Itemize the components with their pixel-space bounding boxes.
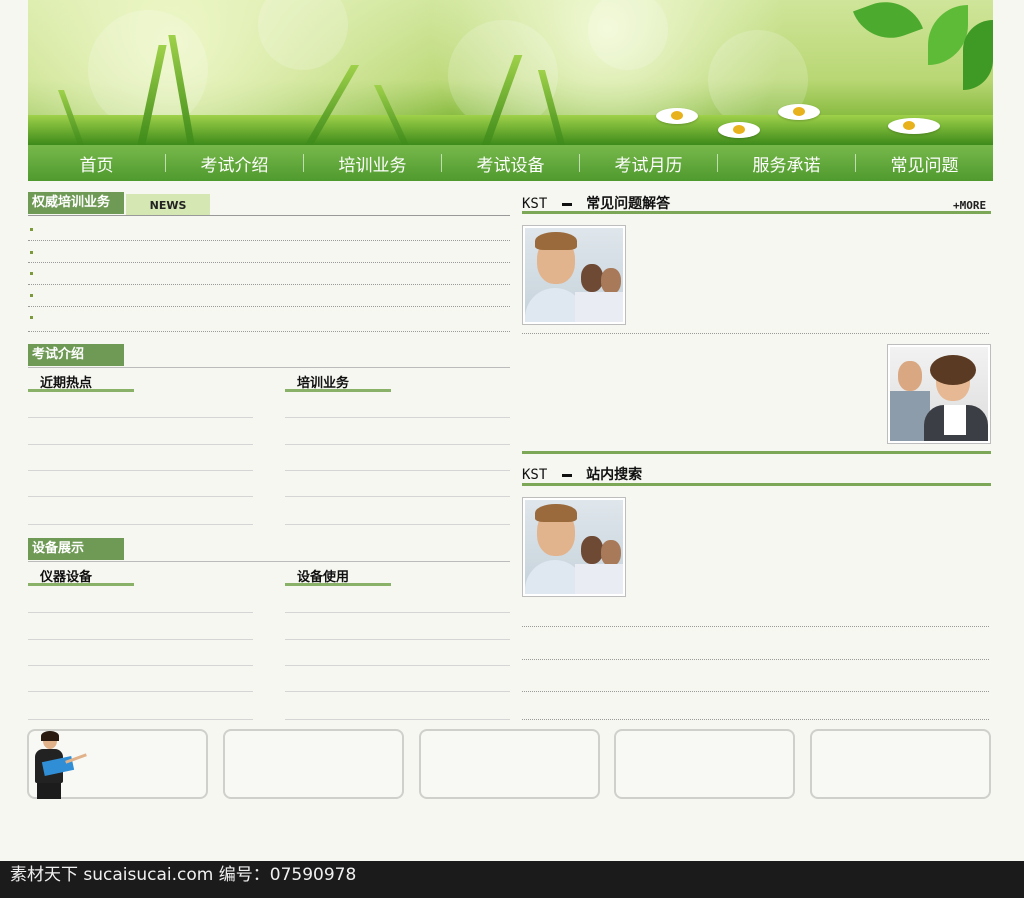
equipment-title: 设备展示 <box>28 538 124 560</box>
faq-title: 常见问题解答 <box>586 196 671 212</box>
main-nav: 首页 考试介绍 培训业务 考试设备 考试月历 服务承诺 常见问题 <box>28 145 993 181</box>
daisy-flower <box>778 104 820 120</box>
bottom-box-1[interactable] <box>27 729 208 799</box>
nav-item-service[interactable]: 服务承诺 <box>718 151 855 176</box>
list-row-divider <box>285 417 510 418</box>
daisy-flower <box>656 108 698 124</box>
news-row-divider <box>28 240 510 241</box>
daisy-flower <box>888 118 940 134</box>
dash-icon <box>561 473 572 477</box>
news-bullet <box>30 316 33 319</box>
news-bullet <box>30 294 33 297</box>
divider <box>28 367 510 368</box>
list-row-divider <box>28 665 253 666</box>
search-underline <box>522 483 991 486</box>
list-row-divider <box>28 417 253 418</box>
nav-item-faq[interactable]: 常见问题 <box>856 151 993 176</box>
list-row-divider <box>28 612 253 613</box>
list-row-divider <box>285 691 510 692</box>
dash-icon <box>561 202 572 206</box>
list-row-divider <box>285 665 510 666</box>
business-team-photo <box>890 347 988 441</box>
leaf-icon <box>928 5 968 65</box>
search-row-divider <box>522 719 989 720</box>
list-row-divider <box>285 524 510 525</box>
list-row-divider <box>28 691 253 692</box>
list-row-divider <box>28 496 253 497</box>
bottom-box-2[interactable] <box>223 729 404 799</box>
list-row-divider <box>285 639 510 640</box>
divider <box>28 561 510 562</box>
faq-photo-2[interactable] <box>887 344 991 444</box>
search-row-divider <box>522 626 989 627</box>
header-banner <box>28 0 993 145</box>
list-row-divider <box>28 524 253 525</box>
faq-photo-1[interactable] <box>522 225 626 325</box>
faq-section-title: KST 常见问题解答 <box>522 193 670 213</box>
bottom-box-3[interactable] <box>419 729 600 799</box>
news-bullet <box>30 272 33 275</box>
instruments-underline <box>28 583 134 586</box>
news-bullet <box>30 228 33 231</box>
search-row-divider <box>522 691 989 692</box>
nav-item-exam-equipment[interactable]: 考试设备 <box>442 151 579 176</box>
list-row-divider <box>28 470 253 471</box>
news-bullet <box>30 251 33 254</box>
list-row-divider <box>285 612 510 613</box>
nav-item-exam-calendar[interactable]: 考试月历 <box>580 151 717 176</box>
divider <box>28 215 510 216</box>
hot-topics-underline <box>28 389 134 392</box>
bottom-box-4[interactable] <box>614 729 795 799</box>
watermark-footer: 素材天下 sucaisucai.com 编号：07590978 <box>0 861 1024 898</box>
search-photo[interactable] <box>522 497 626 597</box>
search-row-divider <box>522 659 989 660</box>
list-row-divider <box>28 444 253 445</box>
faq-prefix: KST <box>522 196 548 212</box>
business-men-photo <box>525 500 623 594</box>
news-row-divider <box>28 331 510 332</box>
nav-item-exam-intro[interactable]: 考试介绍 <box>166 151 303 176</box>
search-section-title: KST 站内搜索 <box>522 464 642 484</box>
nav-item-training[interactable]: 培训业务 <box>304 151 441 176</box>
daisy-flower <box>718 122 760 138</box>
faq-row-divider <box>522 333 989 334</box>
exam-intro-title: 考试介绍 <box>28 344 124 366</box>
faq-underline <box>522 211 991 214</box>
news-section-title: 权威培训业务 <box>28 192 124 214</box>
training-underline <box>285 389 391 392</box>
search-prefix: KST <box>522 467 548 483</box>
businesswoman-figure <box>31 731 93 801</box>
nav-item-home[interactable]: 首页 <box>28 151 165 176</box>
news-tab[interactable]: NEWS <box>126 194 210 215</box>
search-title: 站内搜索 <box>586 467 643 483</box>
list-row-divider <box>285 719 510 720</box>
news-row-divider <box>28 284 510 285</box>
list-row-divider <box>285 496 510 497</box>
equipment-usage-underline <box>285 583 391 586</box>
news-row-divider <box>28 262 510 263</box>
news-row-divider <box>28 306 510 307</box>
list-row-divider <box>28 719 253 720</box>
list-row-divider <box>285 470 510 471</box>
list-row-divider <box>28 639 253 640</box>
leaf-icon <box>852 0 924 50</box>
list-row-divider <box>285 444 510 445</box>
faq-bottom-bar <box>522 451 991 454</box>
business-men-photo <box>525 228 623 322</box>
bottom-box-5[interactable] <box>810 729 991 799</box>
